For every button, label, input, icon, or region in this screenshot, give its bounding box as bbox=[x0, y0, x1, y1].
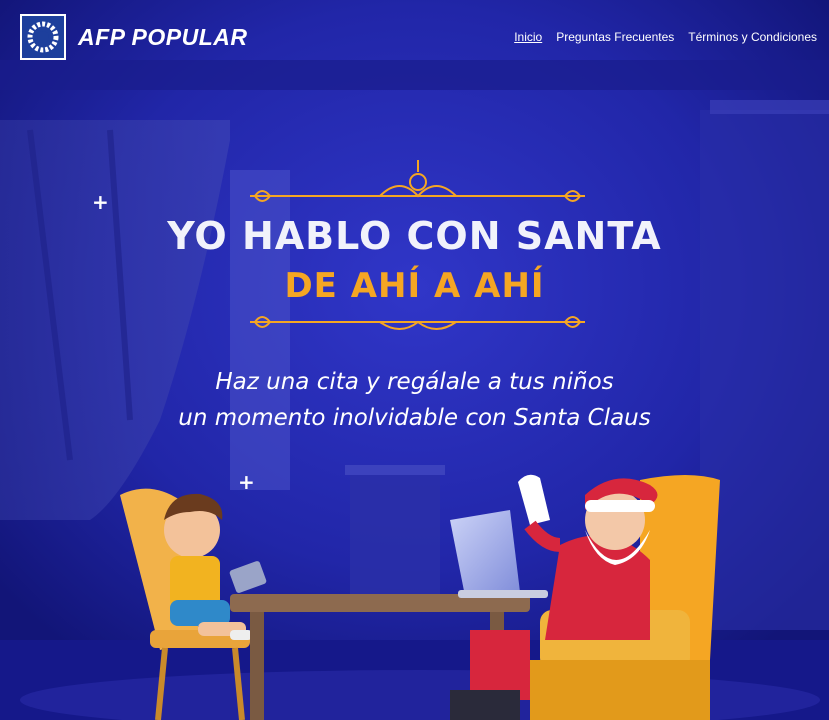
afp-logo-icon bbox=[20, 14, 66, 60]
hero-title-line1: YO HABLO CON SANTA bbox=[167, 214, 662, 258]
brand-name: AFP POPULAR bbox=[78, 23, 248, 50]
sparkle-icon: + bbox=[92, 190, 109, 214]
sparkle-icon: + bbox=[238, 470, 255, 494]
nav-link-terminos-condiciones[interactable]: Términos y Condiciones bbox=[688, 30, 817, 44]
main-nav: Inicio Preguntas Frecuentes Términos y C… bbox=[514, 30, 817, 44]
background-scene-illustration bbox=[0, 0, 829, 720]
nav-link-inicio[interactable]: Inicio bbox=[514, 30, 542, 44]
brand-logo[interactable]: AFP POPULAR bbox=[20, 14, 248, 60]
hero-subtitle-line1: Haz una cita y regálale a tus niños bbox=[215, 369, 614, 395]
top-navigation-bar: AFP POPULAR Inicio Preguntas Frecuentes … bbox=[0, 0, 829, 80]
hero-subtitle: Haz una cita y regálale a tus niños un m… bbox=[0, 364, 829, 436]
hero-subtitle-line2: un momento inolvidable con Santa Claus bbox=[178, 405, 651, 431]
hero-title-line2: DE AHÍ A AHÍ bbox=[284, 266, 545, 306]
nav-link-preguntas-frecuentes[interactable]: Preguntas Frecuentes bbox=[556, 30, 674, 44]
